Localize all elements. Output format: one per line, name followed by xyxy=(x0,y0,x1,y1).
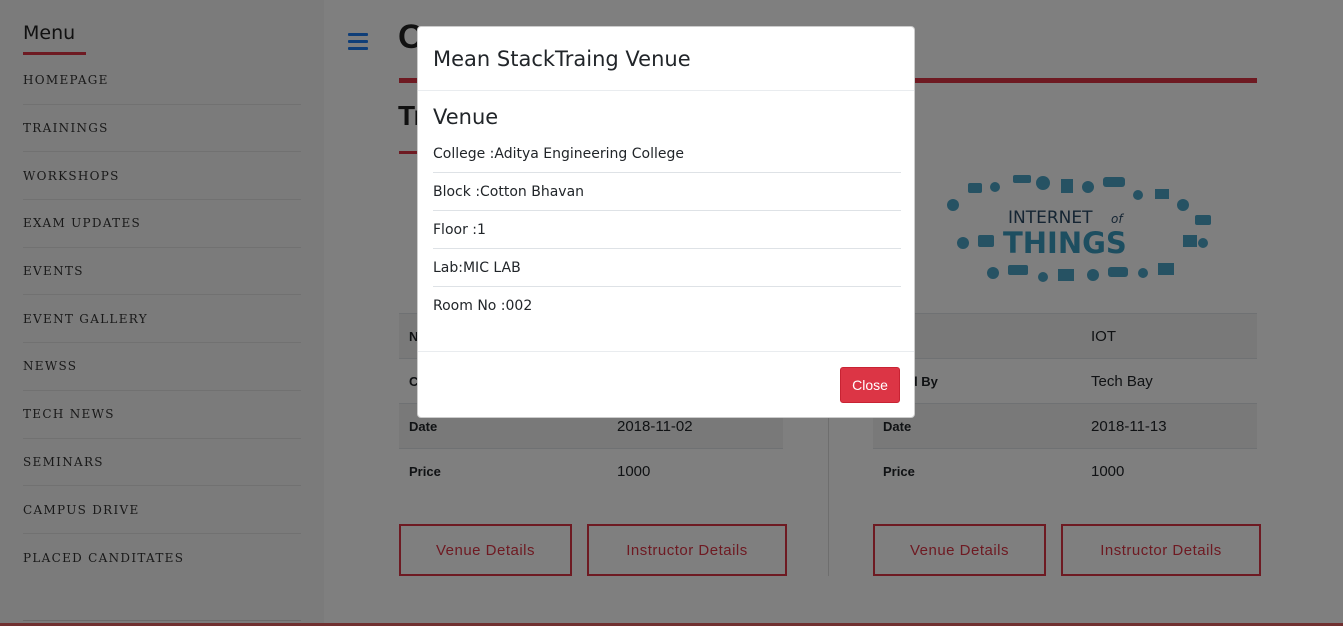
close-button[interactable]: Close xyxy=(840,367,900,403)
venue-block: Block :Cotton Bhavan xyxy=(433,173,901,211)
modal-body: Venue College :Aditya Engineering Colleg… xyxy=(433,105,901,325)
venue-lab: Lab:MIC LAB xyxy=(433,249,901,287)
venue-college: College :Aditya Engineering College xyxy=(433,135,901,173)
venue-modal: Mean StackTraing Venue Venue College :Ad… xyxy=(417,26,915,418)
modal-footer: Close xyxy=(418,351,914,418)
modal-title: Mean StackTraing Venue xyxy=(433,46,691,71)
venue-heading: Venue xyxy=(433,105,499,129)
modal-header: Mean StackTraing Venue xyxy=(418,27,914,91)
venue-floor: Floor :1 xyxy=(433,211,901,249)
venue-room: Room No :002 xyxy=(433,298,533,314)
